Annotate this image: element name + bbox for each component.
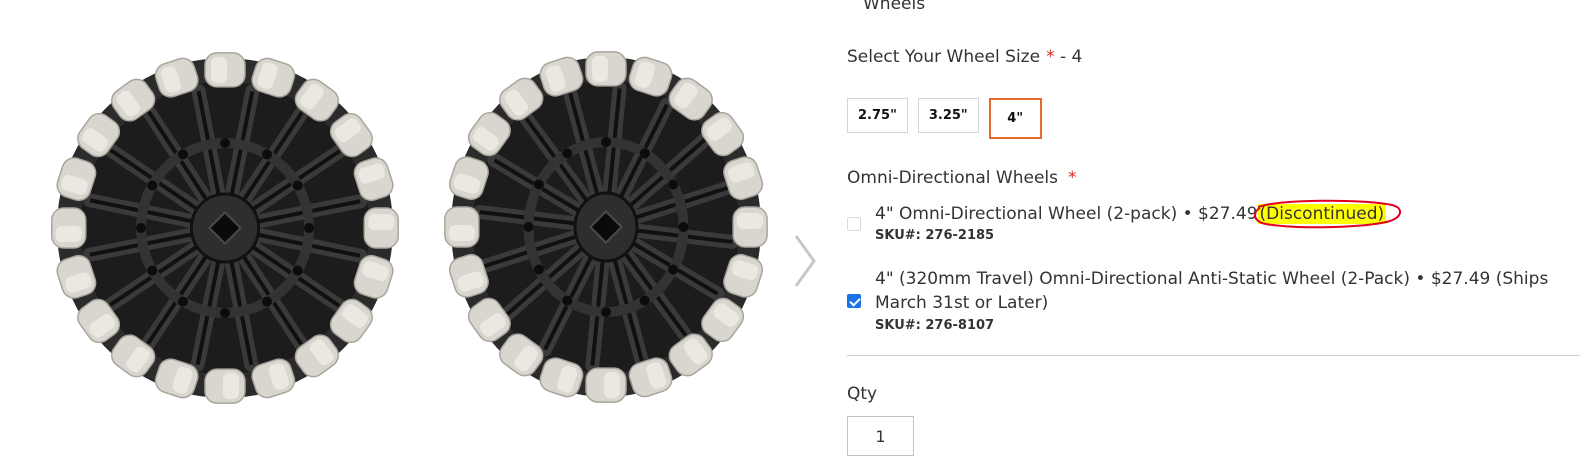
qty-input[interactable] [847, 416, 914, 456]
option-sku: SKU#: 276-8107 [875, 318, 995, 333]
option-name: 4" Omni-Directional Wheel (2-pack) • $27… [875, 204, 1258, 224]
omni-wheels-label-text: Omni-Directional Wheels [847, 168, 1058, 188]
section-divider [847, 355, 1580, 356]
required-asterisk: * [1046, 47, 1055, 67]
wheel-size-swatches: 2.75" 3.25" 4" [847, 98, 1042, 139]
product-image-wheel-angled [444, 51, 768, 403]
option-checkbox[interactable] [847, 217, 861, 231]
required-asterisk: * [1068, 168, 1077, 188]
omni-option-discontinued: 4" Omni-Directional Wheel (2-pack) • $27… [847, 199, 1580, 250]
product-image-wheel-front [51, 52, 399, 404]
option-checkbox[interactable] [847, 294, 861, 308]
wheel-size-selected-value: - 4 [1054, 47, 1083, 67]
chevron-right-icon[interactable] [790, 232, 818, 290]
swatch-4[interactable]: 4" [988, 98, 1042, 139]
swatch-3-25[interactable]: 3.25" [917, 98, 979, 133]
qty-label: Qty [847, 384, 878, 404]
swatch-2-75[interactable]: 2.75" [847, 98, 908, 133]
wheel-size-label: Select Your Wheel Size * - 4 [847, 47, 1082, 67]
product-image-gallery [0, 0, 820, 471]
option-label: 4" (320mm Travel) Omni-Directional Anti-… [875, 269, 1549, 313]
wheel-size-label-text: Select Your Wheel Size [847, 47, 1041, 67]
option-sku: SKU#: 276-2185 [875, 228, 995, 243]
status-text: (Discontinued) [1259, 204, 1385, 224]
option-label: 4" Omni-Directional Wheel (2-pack) • $27… [875, 199, 1580, 229]
cut-off-option-text: Wheels [863, 0, 926, 14]
omni-wheels-label: Omni-Directional Wheels * [847, 168, 1077, 188]
product-options: Wheels Select Your Wheel Size * - 4 2.75"… [847, 0, 1580, 471]
product-page: Wheels Select Your Wheel Size * - 4 2.75"… [0, 0, 1580, 471]
status-discontinued: (Discontinued) [1253, 199, 1401, 229]
omni-option-anti-static: 4" (320mm Travel) Omni-Directional Anti-… [847, 266, 1580, 336]
